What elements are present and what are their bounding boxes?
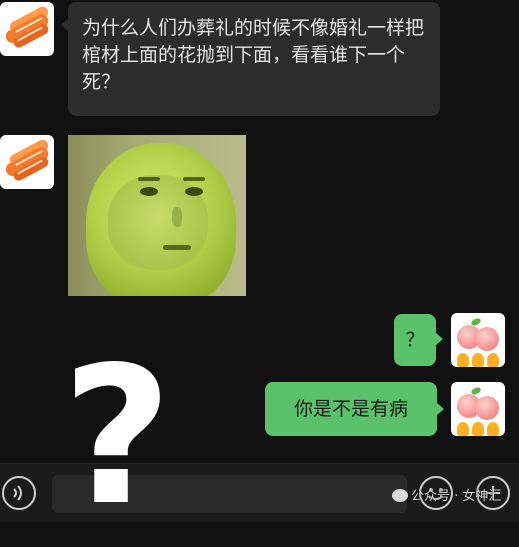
flame [457,422,469,436]
flame [472,422,484,436]
message-bubble-outgoing[interactable]: 你是不是有病 [265,382,444,436]
left-eye [140,187,158,196]
message-bubble-incoming[interactable]: 为什么人们办葬礼的时候不像婚礼一样把棺材上面的花抛到下面，看看谁下一个死？ [61,2,440,116]
voice-button[interactable] [2,476,36,510]
flame [472,353,484,367]
left-brow [138,177,160,181]
message-bubble-outgoing[interactable]: ？ [394,314,443,366]
watermark: 公众号 · 女神汇 [392,488,501,506]
right-eye [185,187,203,196]
watermark-text: 公众号 · 女神汇 [411,489,502,504]
flame [487,422,499,436]
message-text: 为什么人们办葬礼的时候不像婚礼一样把棺材上面的花抛到下面，看看谁下一个死？ [82,17,425,93]
flame [487,353,499,367]
message-text: ？ [405,329,425,351]
wechat-icon [392,489,408,502]
right-brow [183,177,205,181]
question-mark-overlay: ? [62,326,173,547]
flame [457,353,469,367]
peach [475,396,499,420]
mouth [163,245,191,250]
peach [475,327,499,351]
avatar[interactable] [451,313,505,367]
nose [172,207,182,227]
message-text: 你是不是有病 [293,398,408,420]
voice-icon [13,485,22,501]
bubble-tail [61,18,69,32]
sticker-image[interactable] [68,135,246,296]
bubble-tail [435,332,443,346]
avatar[interactable] [0,2,54,56]
avatar[interactable] [0,135,54,189]
chat-window: 为什么人们办葬礼的时候不像婚礼一样把棺材上面的花抛到下面，看看谁下一个死？ ？ … [0,0,519,547]
avatar[interactable] [451,382,505,436]
bubble-tail [436,402,444,416]
